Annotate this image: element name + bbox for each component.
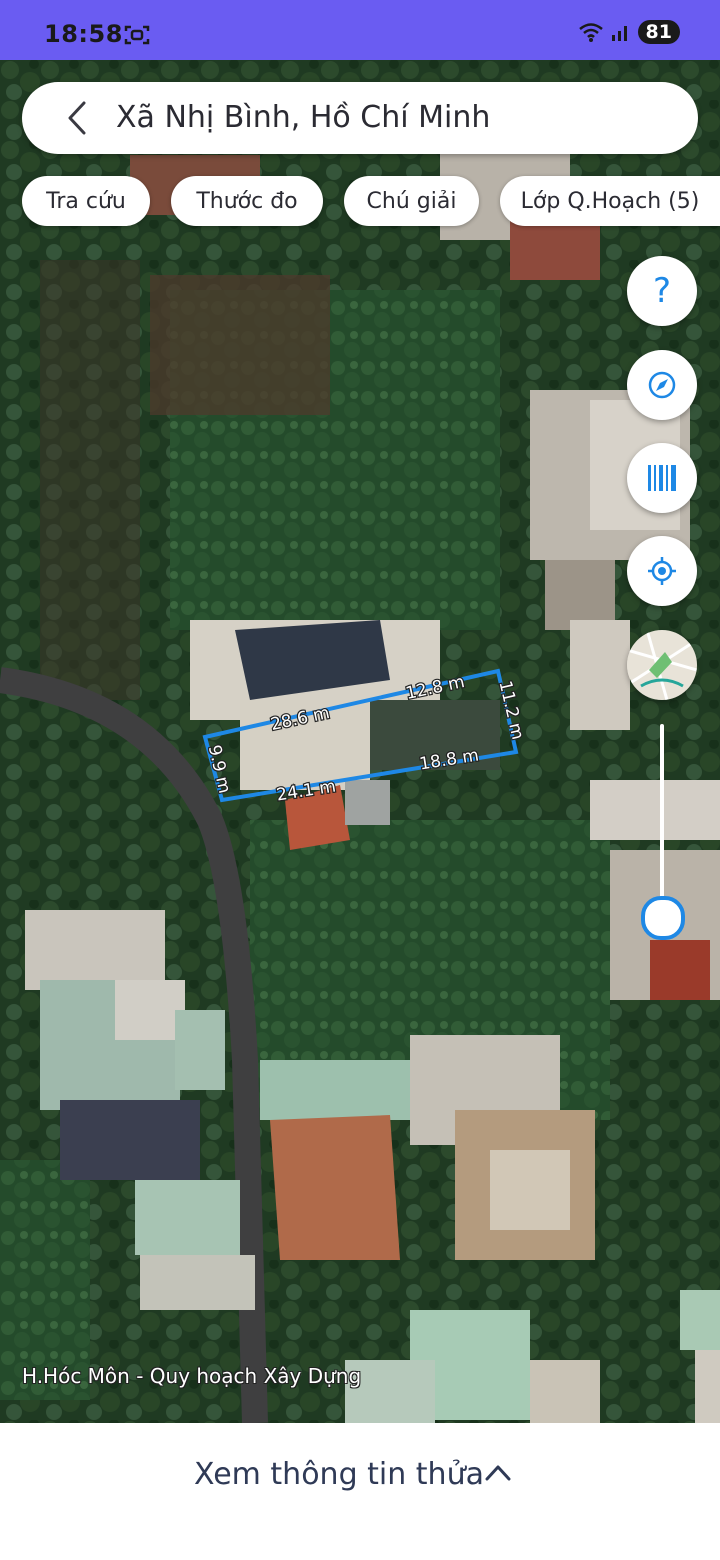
compass-icon — [648, 371, 676, 399]
status-time: 18:58 — [44, 20, 123, 48]
chip-lop-quy-hoach[interactable]: Lớp Q.Hoạch (5) — [500, 176, 720, 226]
help-button[interactable]: ? — [627, 256, 697, 326]
minimap-thumbnail[interactable] — [627, 630, 697, 700]
location-title[interactable]: Xã Nhị Bình, Hồ Chí Minh — [116, 100, 490, 135]
back-arrow-icon[interactable] — [58, 98, 98, 138]
status-bar: 18:58 81 — [0, 0, 720, 60]
battery-icon: 81 — [637, 20, 680, 44]
locate-button[interactable] — [627, 536, 697, 606]
barcode-icon — [648, 465, 676, 491]
compass-button[interactable] — [627, 350, 697, 420]
help-icon: ? — [652, 271, 672, 311]
search-bar[interactable]: Xã Nhị Bình, Hồ Chí Minh — [22, 82, 698, 154]
satellite-map[interactable]: 28.6 m 12.8 m 11.2 m 9.9 m 24.1 m 18.8 m — [0, 60, 720, 1423]
chip-tra-cuu[interactable]: Tra cứu — [22, 176, 150, 226]
parcel-info-panel[interactable]: Xem thông tin thửa — [0, 1423, 720, 1560]
satellite-imagery: 28.6 m 12.8 m 11.2 m 9.9 m 24.1 m 18.8 m — [0, 60, 720, 1423]
wifi-icon — [578, 23, 603, 42]
chip-chu-giai[interactable]: Chú giải — [344, 176, 479, 226]
minimap-icon — [627, 630, 697, 700]
zoom-slider-track[interactable] — [660, 724, 664, 918]
screen-record-icon — [124, 25, 150, 45]
zoom-slider-thumb[interactable] — [641, 896, 685, 940]
barcode-button[interactable] — [627, 443, 697, 513]
status-icons: 81 — [578, 20, 680, 44]
chevron-up-icon[interactable] — [484, 1463, 512, 1483]
map-layer-watermark: H.Hóc Môn - Quy hoạch Xây Dựng — [22, 1364, 362, 1388]
signal-icon — [611, 26, 627, 41]
parcel-info-label[interactable]: Xem thông tin thửa — [194, 1457, 484, 1492]
chip-thuoc-do[interactable]: Thước đo — [171, 176, 323, 226]
locate-icon — [648, 557, 676, 585]
